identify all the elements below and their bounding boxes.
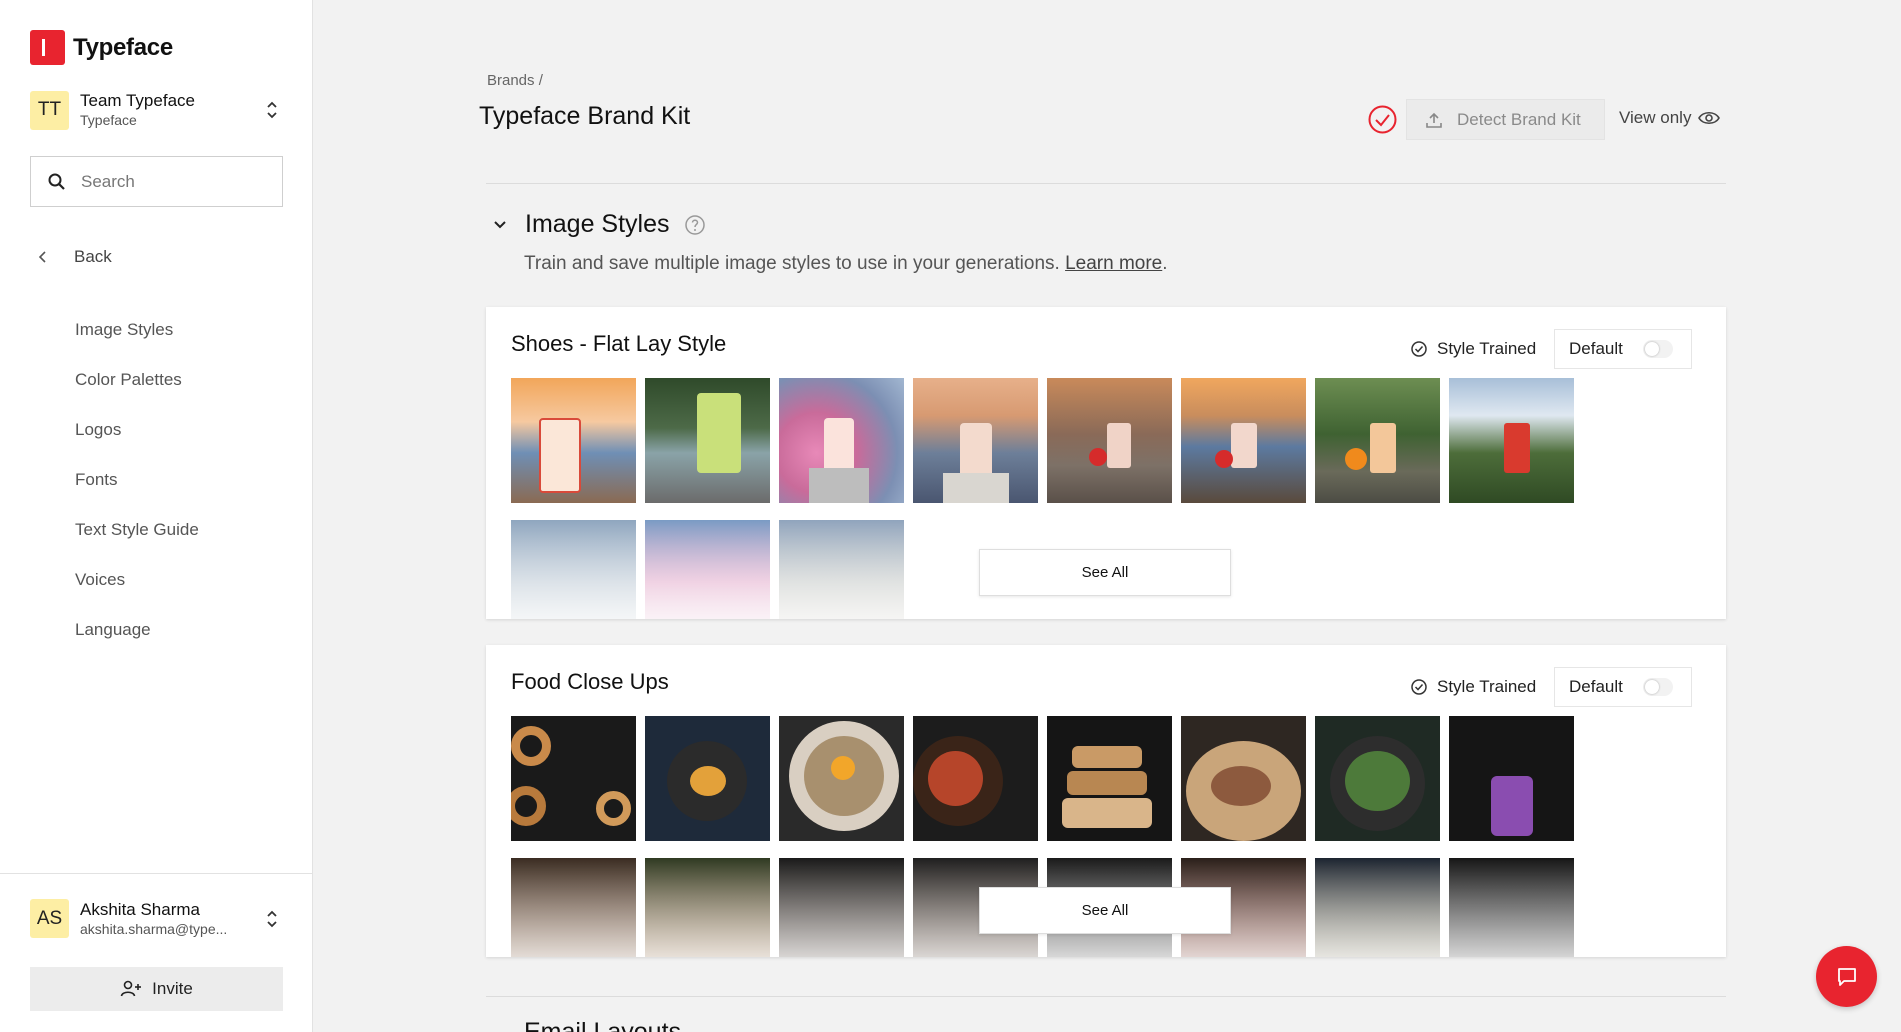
style-card-shoes: Shoes - Flat Lay Style Style Trained Def… (486, 307, 1726, 619)
description-period: . (1162, 253, 1168, 274)
image-styles-section-header[interactable]: Image Styles (492, 210, 706, 239)
search-box[interactable] (30, 156, 283, 207)
section-description: Train and save multiple image styles to … (524, 253, 1168, 275)
search-icon (48, 173, 65, 190)
style-image-coast-strawberry-can[interactable] (1181, 378, 1306, 503)
typeface-logo-icon (30, 30, 65, 65)
next-section-title: Email Layouts (524, 1018, 682, 1032)
default-toggle[interactable] (1642, 340, 1673, 358)
style-image-berry-smoothie[interactable] (1449, 716, 1574, 841)
user-panel: AS Akshita Sharma akshita.sharma@type...… (0, 873, 313, 1032)
back-link[interactable]: Back (36, 247, 112, 267)
style-image-skillet-berries[interactable] (645, 716, 770, 841)
style-image-cherry-blossom-can[interactable] (779, 378, 904, 503)
style-image-mountain-red-can[interactable] (1449, 378, 1574, 503)
style-title: Shoes - Flat Lay Style (511, 331, 727, 356)
style-image-salad-bowl[interactable] (1315, 716, 1440, 841)
chevron-updown-icon[interactable] (262, 97, 282, 123)
team-avatar: TT (30, 90, 69, 130)
chevron-left-icon (38, 251, 46, 263)
check-circle-icon[interactable] (1367, 104, 1398, 135)
style-trained-status: Style Trained (1410, 677, 1536, 697)
style-image-orange-can[interactable] (1315, 378, 1440, 503)
section-title: Image Styles (525, 210, 670, 238)
description-text: Train and save multiple image styles to … (524, 253, 1060, 274)
breadcrumb[interactable]: Brands / (487, 72, 543, 89)
style-image-pizza[interactable] (1181, 716, 1306, 841)
chat-icon (1837, 967, 1856, 986)
invite-label: Invite (152, 979, 193, 998)
brand-name: Typeface (73, 33, 173, 61)
style-image-pasta[interactable] (1315, 858, 1440, 957)
style-image-lighthouse[interactable] (779, 520, 904, 619)
style-card-food: Food Close Ups Style Trained Default See… (486, 645, 1726, 957)
user-avatar: AS (30, 899, 69, 938)
team-switcher[interactable]: TT Team Typeface Typeface (30, 90, 282, 130)
default-toggle[interactable] (1642, 678, 1673, 696)
style-title: Food Close Ups (511, 669, 669, 694)
section-divider (486, 996, 1726, 997)
default-toggle-box[interactable]: Default (1554, 329, 1692, 369)
style-image-blossom-city[interactable] (645, 520, 770, 619)
style-image-misty-forest[interactable] (511, 520, 636, 619)
view-only-indicator[interactable]: View only (1619, 108, 1721, 128)
brand[interactable]: Typeface (30, 30, 173, 65)
status-label: Style Trained (1437, 339, 1537, 358)
default-toggle-box[interactable]: Default (1554, 667, 1692, 707)
style-image-forest-green-can[interactable] (645, 378, 770, 503)
sidebar-item-image-styles[interactable]: Image Styles (75, 318, 199, 368)
style-image-noodle-bowl[interactable] (779, 716, 904, 841)
sidebar: Typeface TT Team Typeface Typeface Back … (0, 0, 313, 1032)
check-circle-icon (1411, 679, 1427, 695)
help-icon[interactable] (684, 214, 706, 236)
back-label: Back (74, 247, 112, 266)
style-image-skyline-can[interactable] (511, 378, 636, 503)
header-divider (486, 183, 1726, 184)
style-image-city-pedestal-can[interactable] (913, 378, 1038, 503)
learn-more-link[interactable]: Learn more (1065, 253, 1162, 274)
user-email: akshita.sharma@type... (80, 920, 228, 937)
detect-brand-kit-button[interactable]: Detect Brand Kit (1406, 99, 1605, 140)
team-name: Team Typeface (80, 91, 195, 110)
style-trained-status: Style Trained (1410, 339, 1536, 359)
see-all-button[interactable]: See All (979, 887, 1231, 934)
invite-button[interactable]: Invite (30, 967, 283, 1011)
style-image-dark-drink[interactable] (1449, 858, 1574, 957)
chevron-down-icon[interactable] (492, 217, 508, 233)
sidebar-item-text-style-guide[interactable]: Text Style Guide (75, 518, 199, 568)
search-input[interactable] (81, 171, 261, 192)
view-only-label: View only (1619, 108, 1692, 127)
team-workspace: Typeface (80, 112, 137, 128)
style-image-dark-dish[interactable] (779, 858, 904, 957)
sidebar-nav: Image Styles Color Palettes Logos Fonts … (75, 318, 199, 668)
style-image-stir-fry[interactable] (913, 716, 1038, 841)
upload-icon (1426, 112, 1442, 128)
style-image-citrus-board[interactable] (645, 858, 770, 957)
status-label: Style Trained (1437, 677, 1537, 696)
check-circle-icon (1411, 341, 1427, 357)
default-label: Default (1569, 677, 1623, 696)
style-image-stacked-bread[interactable] (1047, 716, 1172, 841)
eye-icon (1698, 111, 1721, 125)
sidebar-item-fonts[interactable]: Fonts (75, 468, 199, 518)
main-content: Brands / Typeface Brand Kit Detect Brand… (313, 0, 1901, 1032)
chat-button[interactable] (1816, 946, 1877, 1007)
sidebar-item-color-palettes[interactable]: Color Palettes (75, 368, 199, 418)
detect-label: Detect Brand Kit (1457, 109, 1581, 129)
style-image-pancakes[interactable] (511, 858, 636, 957)
sidebar-item-voices[interactable]: Voices (75, 568, 199, 618)
style-image-bagels[interactable] (511, 716, 636, 841)
see-all-button[interactable]: See All (979, 549, 1231, 596)
user-switcher[interactable]: AS Akshita Sharma akshita.sharma@type... (30, 899, 282, 938)
default-label: Default (1569, 339, 1623, 358)
style-image-bridge-strawberry-can[interactable] (1047, 378, 1172, 503)
add-user-icon (120, 980, 142, 997)
sidebar-item-logos[interactable]: Logos (75, 418, 199, 468)
user-name: Akshita Sharma (80, 899, 200, 919)
chevron-updown-icon[interactable] (262, 906, 282, 932)
page-title: Typeface Brand Kit (479, 102, 691, 130)
sidebar-item-language[interactable]: Language (75, 618, 199, 668)
